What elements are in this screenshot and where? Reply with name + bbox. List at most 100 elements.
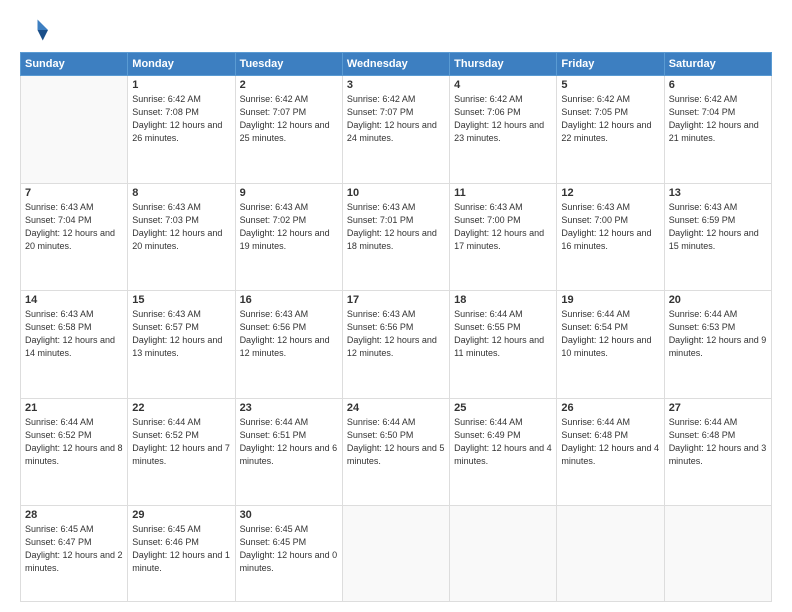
calendar-cell: 1 Sunrise: 6:42 AMSunset: 7:08 PMDayligh… [128,76,235,184]
day-number: 30 [240,509,338,521]
weekday-tuesday: Tuesday [235,53,342,76]
page: SundayMondayTuesdayWednesdayThursdayFrid… [0,0,792,612]
header [20,16,772,44]
calendar-cell: 30 Sunrise: 6:45 AMSunset: 6:45 PMDaylig… [235,506,342,602]
day-info: Sunrise: 6:43 AMSunset: 7:02 PMDaylight:… [240,201,338,253]
calendar-cell: 22 Sunrise: 6:44 AMSunset: 6:52 PMDaylig… [128,398,235,506]
calendar-cell: 24 Sunrise: 6:44 AMSunset: 6:50 PMDaylig… [342,398,449,506]
calendar-week-row: 1 Sunrise: 6:42 AMSunset: 7:08 PMDayligh… [21,76,772,184]
calendar-week-row: 7 Sunrise: 6:43 AMSunset: 7:04 PMDayligh… [21,183,772,291]
day-number: 11 [454,187,552,199]
calendar-cell: 18 Sunrise: 6:44 AMSunset: 6:55 PMDaylig… [450,291,557,399]
day-number: 5 [561,79,659,91]
day-info: Sunrise: 6:44 AMSunset: 6:51 PMDaylight:… [240,416,338,468]
day-info: Sunrise: 6:44 AMSunset: 6:50 PMDaylight:… [347,416,445,468]
calendar-cell: 28 Sunrise: 6:45 AMSunset: 6:47 PMDaylig… [21,506,128,602]
calendar-cell: 13 Sunrise: 6:43 AMSunset: 6:59 PMDaylig… [664,183,771,291]
calendar-cell: 8 Sunrise: 6:43 AMSunset: 7:03 PMDayligh… [128,183,235,291]
day-number: 22 [132,402,230,414]
calendar-cell: 4 Sunrise: 6:42 AMSunset: 7:06 PMDayligh… [450,76,557,184]
calendar-cell: 5 Sunrise: 6:42 AMSunset: 7:05 PMDayligh… [557,76,664,184]
day-info: Sunrise: 6:45 AMSunset: 6:47 PMDaylight:… [25,523,123,575]
day-number: 24 [347,402,445,414]
day-number: 25 [454,402,552,414]
calendar-week-row: 28 Sunrise: 6:45 AMSunset: 6:47 PMDaylig… [21,506,772,602]
calendar-cell: 23 Sunrise: 6:44 AMSunset: 6:51 PMDaylig… [235,398,342,506]
calendar-cell [450,506,557,602]
calendar-cell: 29 Sunrise: 6:45 AMSunset: 6:46 PMDaylig… [128,506,235,602]
day-info: Sunrise: 6:45 AMSunset: 6:46 PMDaylight:… [132,523,230,575]
calendar-cell [557,506,664,602]
day-number: 15 [132,294,230,306]
day-info: Sunrise: 6:43 AMSunset: 7:04 PMDaylight:… [25,201,123,253]
day-number: 6 [669,79,767,91]
calendar-cell: 6 Sunrise: 6:42 AMSunset: 7:04 PMDayligh… [664,76,771,184]
day-number: 7 [25,187,123,199]
day-info: Sunrise: 6:44 AMSunset: 6:53 PMDaylight:… [669,308,767,360]
day-info: Sunrise: 6:43 AMSunset: 6:58 PMDaylight:… [25,308,123,360]
calendar-cell: 3 Sunrise: 6:42 AMSunset: 7:07 PMDayligh… [342,76,449,184]
calendar-cell: 2 Sunrise: 6:42 AMSunset: 7:07 PMDayligh… [235,76,342,184]
day-number: 13 [669,187,767,199]
day-number: 10 [347,187,445,199]
calendar-cell: 19 Sunrise: 6:44 AMSunset: 6:54 PMDaylig… [557,291,664,399]
calendar-cell: 7 Sunrise: 6:43 AMSunset: 7:04 PMDayligh… [21,183,128,291]
calendar-cell: 27 Sunrise: 6:44 AMSunset: 6:48 PMDaylig… [664,398,771,506]
calendar-cell: 16 Sunrise: 6:43 AMSunset: 6:56 PMDaylig… [235,291,342,399]
day-number: 8 [132,187,230,199]
calendar-cell: 15 Sunrise: 6:43 AMSunset: 6:57 PMDaylig… [128,291,235,399]
calendar-cell: 12 Sunrise: 6:43 AMSunset: 7:00 PMDaylig… [557,183,664,291]
day-number: 28 [25,509,123,521]
day-number: 9 [240,187,338,199]
weekday-sunday: Sunday [21,53,128,76]
day-info: Sunrise: 6:43 AMSunset: 6:59 PMDaylight:… [669,201,767,253]
day-info: Sunrise: 6:43 AMSunset: 7:00 PMDaylight:… [561,201,659,253]
day-number: 18 [454,294,552,306]
day-number: 12 [561,187,659,199]
day-info: Sunrise: 6:43 AMSunset: 6:56 PMDaylight:… [240,308,338,360]
weekday-thursday: Thursday [450,53,557,76]
day-info: Sunrise: 6:44 AMSunset: 6:52 PMDaylight:… [25,416,123,468]
day-info: Sunrise: 6:42 AMSunset: 7:04 PMDaylight:… [669,93,767,145]
day-number: 21 [25,402,123,414]
calendar-table: SundayMondayTuesdayWednesdayThursdayFrid… [20,52,772,602]
calendar-cell: 20 Sunrise: 6:44 AMSunset: 6:53 PMDaylig… [664,291,771,399]
calendar-cell: 11 Sunrise: 6:43 AMSunset: 7:00 PMDaylig… [450,183,557,291]
day-info: Sunrise: 6:44 AMSunset: 6:54 PMDaylight:… [561,308,659,360]
day-number: 3 [347,79,445,91]
day-number: 14 [25,294,123,306]
calendar-cell: 14 Sunrise: 6:43 AMSunset: 6:58 PMDaylig… [21,291,128,399]
logo [20,16,52,44]
calendar-cell: 10 Sunrise: 6:43 AMSunset: 7:01 PMDaylig… [342,183,449,291]
weekday-wednesday: Wednesday [342,53,449,76]
day-number: 20 [669,294,767,306]
day-number: 16 [240,294,338,306]
day-info: Sunrise: 6:43 AMSunset: 6:57 PMDaylight:… [132,308,230,360]
calendar-cell: 9 Sunrise: 6:43 AMSunset: 7:02 PMDayligh… [235,183,342,291]
day-number: 1 [132,79,230,91]
day-info: Sunrise: 6:42 AMSunset: 7:07 PMDaylight:… [347,93,445,145]
calendar-cell: 25 Sunrise: 6:44 AMSunset: 6:49 PMDaylig… [450,398,557,506]
day-number: 17 [347,294,445,306]
logo-icon [20,16,48,44]
weekday-friday: Friday [557,53,664,76]
day-info: Sunrise: 6:43 AMSunset: 7:01 PMDaylight:… [347,201,445,253]
day-info: Sunrise: 6:43 AMSunset: 6:56 PMDaylight:… [347,308,445,360]
calendar-week-row: 21 Sunrise: 6:44 AMSunset: 6:52 PMDaylig… [21,398,772,506]
day-number: 27 [669,402,767,414]
day-info: Sunrise: 6:45 AMSunset: 6:45 PMDaylight:… [240,523,338,575]
day-info: Sunrise: 6:42 AMSunset: 7:05 PMDaylight:… [561,93,659,145]
day-info: Sunrise: 6:44 AMSunset: 6:48 PMDaylight:… [669,416,767,468]
calendar-cell: 17 Sunrise: 6:43 AMSunset: 6:56 PMDaylig… [342,291,449,399]
day-number: 26 [561,402,659,414]
day-info: Sunrise: 6:42 AMSunset: 7:06 PMDaylight:… [454,93,552,145]
day-number: 23 [240,402,338,414]
day-number: 2 [240,79,338,91]
weekday-monday: Monday [128,53,235,76]
day-info: Sunrise: 6:43 AMSunset: 7:03 PMDaylight:… [132,201,230,253]
calendar-cell [664,506,771,602]
weekday-header-row: SundayMondayTuesdayWednesdayThursdayFrid… [21,53,772,76]
calendar-week-row: 14 Sunrise: 6:43 AMSunset: 6:58 PMDaylig… [21,291,772,399]
day-info: Sunrise: 6:44 AMSunset: 6:55 PMDaylight:… [454,308,552,360]
calendar-cell [342,506,449,602]
